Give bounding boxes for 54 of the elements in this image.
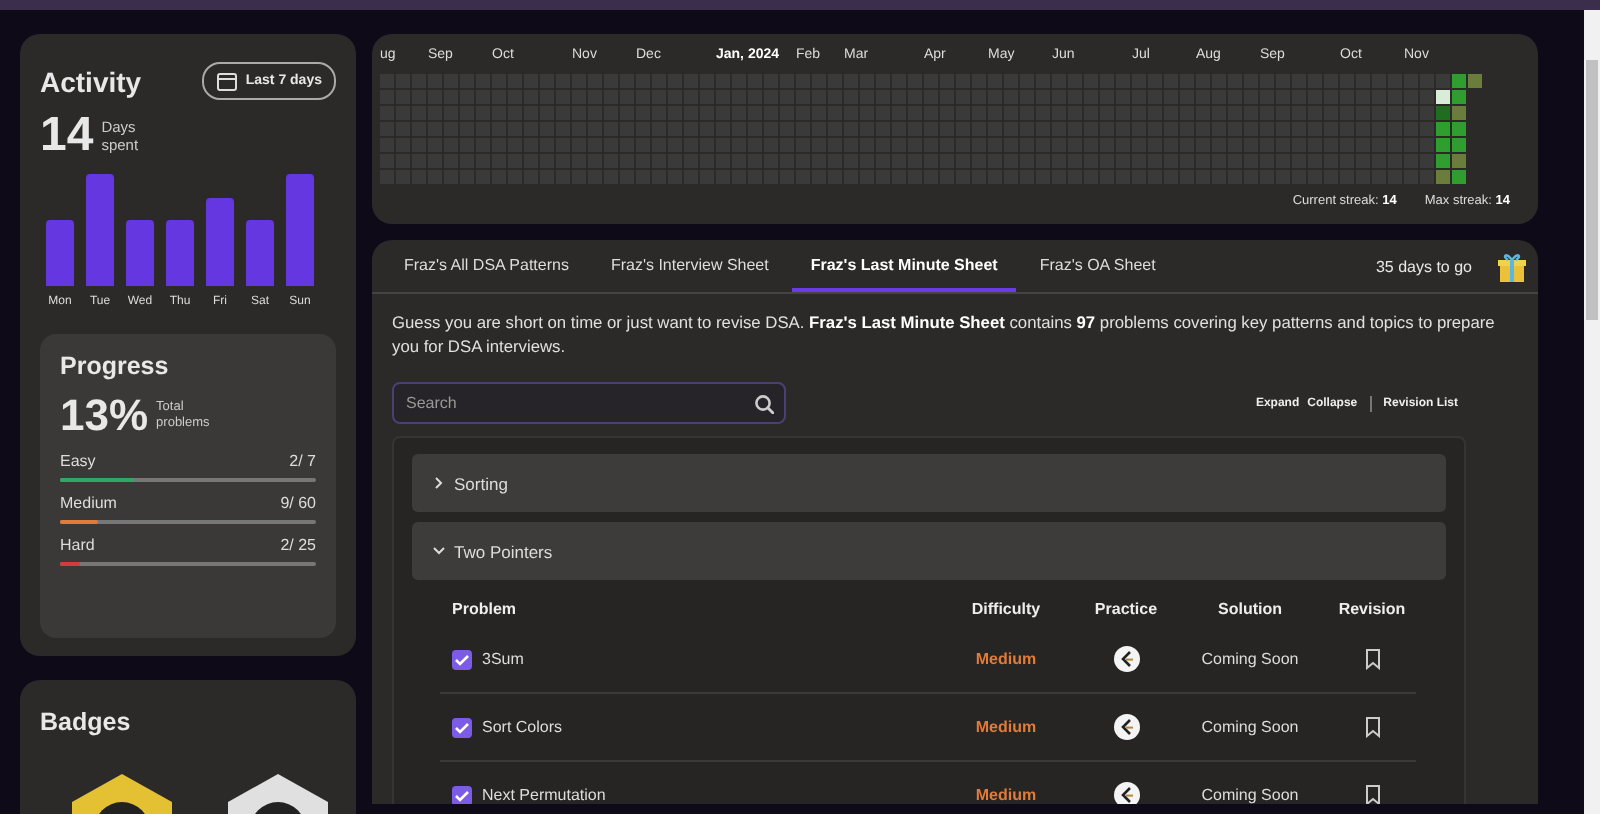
bookmark-icon[interactable]	[1363, 784, 1381, 804]
column-header: Solution	[1218, 599, 1282, 617]
difficulty-label: Medium	[975, 650, 1037, 668]
level-count: 9/ 60	[280, 494, 316, 512]
activity-bar	[286, 174, 314, 286]
sheet-tab[interactable]: Fraz's All DSA Patterns	[386, 240, 587, 292]
level-name: Medium	[60, 494, 117, 512]
days-count: 14	[40, 112, 94, 160]
sheet-description: Guess you are short on time or just want to revise DSA. Fraz's Last Minute Sheet contains 97 problems covering key patterns and topics to prepare you for DSA interviews.	[392, 310, 1497, 358]
topic-header[interactable]: Two Pointers	[412, 522, 1446, 580]
level-count: 2/ 25	[280, 536, 316, 554]
percent-value: 13%	[60, 392, 149, 440]
column-header: Practice	[1094, 599, 1158, 617]
gift-icon	[1498, 251, 1526, 281]
practice-link-icon[interactable]	[1113, 646, 1139, 672]
search-icon	[754, 393, 774, 413]
countdown-text: 35 days to go	[1375, 257, 1472, 275]
level-name: Hard	[60, 536, 95, 554]
column-header: Revision	[1338, 599, 1406, 617]
column-header: Difficulty	[971, 599, 1041, 617]
level-name: Easy	[60, 452, 96, 470]
sheet-tab[interactable]: Fraz's OA Sheet	[1021, 240, 1174, 292]
activity-title: Activity	[40, 65, 142, 97]
search-field[interactable]: Search	[392, 382, 786, 424]
calendar-icon	[215, 70, 238, 92]
problem-name: Sort Colors	[482, 718, 563, 736]
checkbox[interactable]	[452, 649, 472, 669]
problem-name: 3Sum	[482, 650, 524, 668]
activity-bar	[126, 220, 154, 286]
sheet-tab[interactable]: Fraz's Last Minute Sheet	[792, 240, 1016, 292]
activity-bar	[206, 198, 234, 286]
activity-bar	[246, 220, 274, 286]
solution-status: Coming Soon	[1201, 650, 1299, 668]
problem-name: Next Permutation	[482, 786, 606, 804]
badges-title: Badges	[40, 708, 133, 736]
bookmark-icon[interactable]	[1363, 648, 1381, 670]
bookmark-icon[interactable]	[1363, 716, 1381, 738]
practice-link-icon[interactable]	[1113, 714, 1139, 740]
sheet-tab[interactable]: Fraz's Interview Sheet	[592, 240, 787, 292]
level-count: 2/ 7	[289, 452, 316, 470]
column-header: Problem	[452, 599, 517, 617]
scrollbar-thumb[interactable]	[1586, 60, 1598, 320]
progress-title: Progress	[60, 352, 171, 380]
checkbox[interactable]	[452, 717, 472, 737]
difficulty-label: Medium	[975, 786, 1037, 804]
checkbox[interactable]	[452, 785, 472, 804]
practice-link-icon[interactable]	[1113, 782, 1139, 804]
topic-header[interactable]: Sorting	[412, 454, 1446, 512]
activity-bar	[86, 174, 114, 286]
activity-bar	[166, 220, 194, 286]
solution-status: Coming Soon	[1201, 786, 1299, 804]
activity-bar	[46, 220, 74, 286]
solution-status: Coming Soon	[1201, 718, 1299, 736]
difficulty-label: Medium	[975, 718, 1037, 736]
